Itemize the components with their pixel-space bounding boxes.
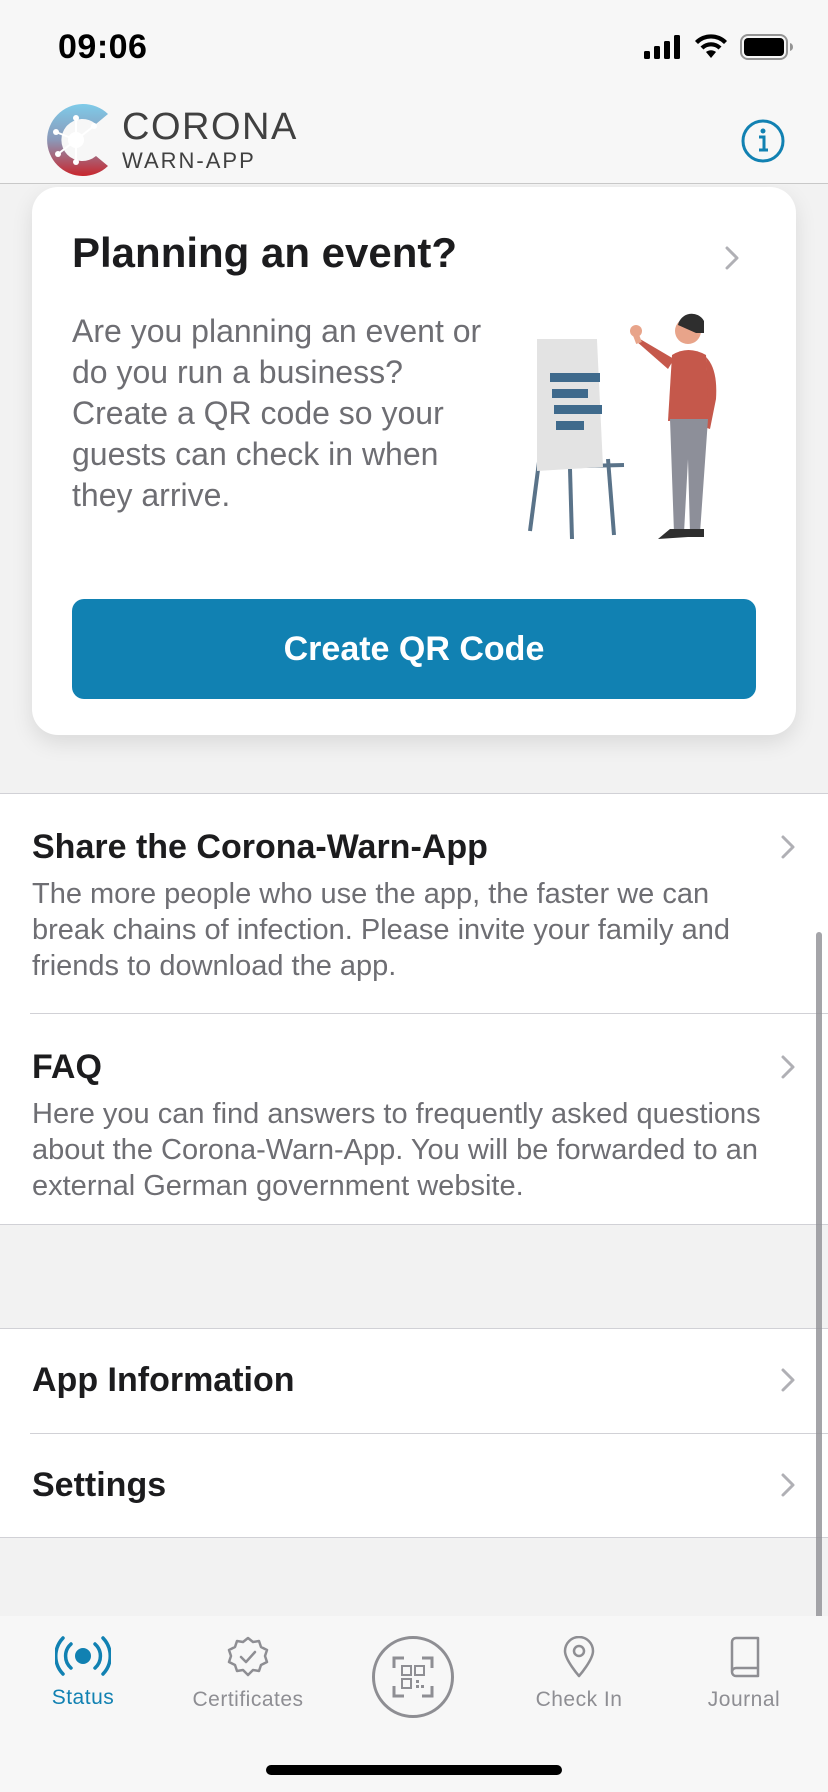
info-button[interactable]	[740, 118, 786, 164]
home-indicator[interactable]	[266, 1765, 562, 1775]
list-item-title: Share the Corona-Warn-App	[32, 828, 488, 866]
tab-label: Journal	[707, 1688, 781, 1711]
wifi-icon	[695, 34, 727, 58]
create-qr-code-button[interactable]: Create QR Code	[72, 599, 756, 699]
corona-warn-app-logo-icon	[47, 104, 108, 176]
list-item-title: FAQ	[32, 1048, 102, 1086]
list-item-app-information[interactable]: App Information	[0, 1329, 828, 1433]
cellular-signal-icon	[644, 35, 680, 59]
list-item-description: Here you can find answers to frequently …	[32, 1098, 761, 1202]
certificate-badge-icon	[227, 1636, 269, 1677]
chevron-right-icon	[781, 1055, 795, 1079]
chevron-right-icon	[725, 246, 739, 270]
logo-subtitle: WARN-APP	[122, 148, 256, 173]
chevron-right-icon	[781, 1473, 795, 1497]
event-card-description: Are you planning an event or do you run …	[72, 313, 482, 513]
status-broadcast-icon	[55, 1636, 111, 1676]
tab-certificates[interactable]: Certificates	[173, 1636, 323, 1712]
list-item-share-app[interactable]: Share the Corona-Warn-App The more peopl…	[0, 794, 828, 1012]
logo-title: CORONA	[122, 106, 298, 148]
list-item-settings[interactable]: Settings	[0, 1434, 828, 1538]
status-time: 09:06	[58, 28, 148, 66]
tab-label: Status	[51, 1686, 115, 1709]
app-header: CORONA WARN-APP	[0, 96, 828, 184]
event-planning-card[interactable]: Planning an event? Are you planning an e…	[32, 187, 796, 735]
info-icon	[741, 119, 785, 163]
list-item-title: Settings	[32, 1466, 167, 1504]
qr-scan-icon	[392, 1656, 434, 1698]
tab-label: Check In	[535, 1688, 623, 1711]
app-logo: CORONA WARN-APP	[38, 100, 298, 180]
list-item-description: The more people who use the app, the fas…	[32, 878, 730, 982]
tab-qr-scanner[interactable]	[372, 1636, 454, 1718]
book-icon	[730, 1636, 760, 1678]
chevron-right-icon	[781, 1368, 795, 1392]
settings-list-section: App Information Settings	[0, 1328, 828, 1538]
presenter-flipchart-illustration	[528, 313, 717, 540]
tab-label: Certificates	[192, 1688, 304, 1711]
battery-icon	[740, 34, 793, 60]
event-card-title: Planning an event?	[72, 229, 458, 276]
tab-journal[interactable]: Journal	[669, 1636, 819, 1712]
list-item-title: App Information	[32, 1361, 295, 1399]
chevron-right-icon	[781, 835, 795, 859]
home-scroll-content[interactable]: Planning an event? Are you planning an e…	[0, 185, 828, 1615]
vertical-scrollbar[interactable]	[816, 932, 822, 1620]
tab-check-in[interactable]: Check In	[504, 1636, 654, 1712]
list-item-faq[interactable]: FAQ Here you can find answers to frequen…	[0, 1014, 828, 1226]
status-icons	[644, 34, 794, 60]
status-bar: 09:06	[0, 0, 828, 96]
info-list-section: Share the Corona-Warn-App The more peopl…	[0, 793, 828, 1225]
location-pin-icon	[563, 1636, 595, 1678]
tab-status[interactable]: Status	[8, 1636, 158, 1710]
